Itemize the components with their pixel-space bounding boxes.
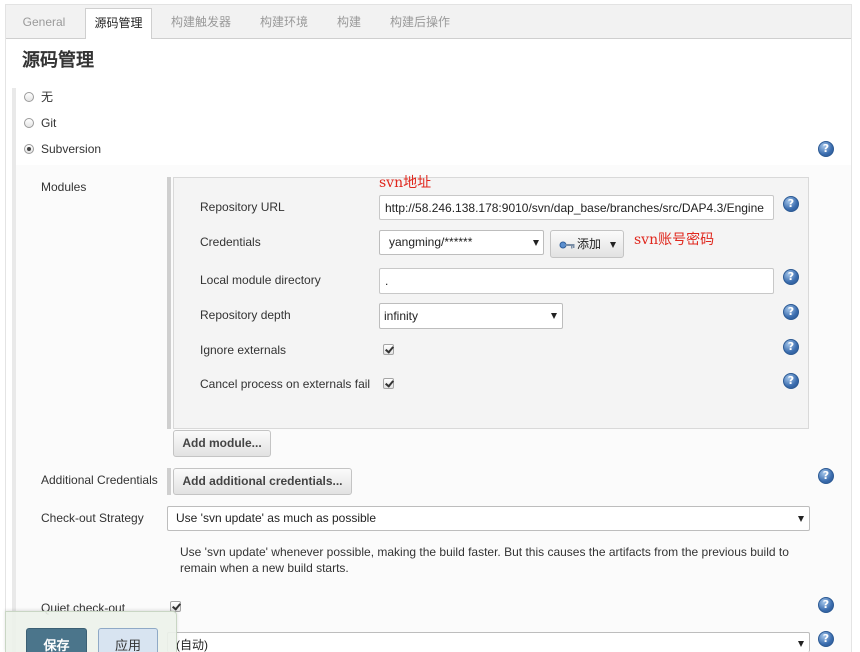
checkout-strategy-value: Use 'svn update' as much as possible — [176, 511, 377, 525]
additional-credentials-bar — [167, 468, 171, 495]
save-button[interactable]: 保存 — [26, 628, 87, 652]
help-icon[interactable] — [818, 597, 834, 613]
url-annotation: svn地址 — [379, 175, 432, 191]
help-icon[interactable] — [783, 269, 799, 285]
cancel-process-label: Cancel process on externals fail — [200, 377, 371, 391]
tab-build-triggers[interactable]: 构建触发器 — [160, 8, 242, 39]
help-icon[interactable] — [783, 339, 799, 355]
modules-drag-handle[interactable] — [167, 177, 171, 429]
repository-depth-select[interactable]: infinity — [379, 303, 563, 329]
chevron-down-icon — [551, 313, 557, 319]
scm-option-none[interactable]: 无 — [24, 89, 144, 105]
help-icon[interactable] — [783, 304, 799, 320]
radio-button[interactable] — [24, 144, 34, 154]
checkout-strategy-description: remain when a new build starts. — [180, 561, 349, 575]
modules-label: Modules — [41, 180, 87, 194]
tab-build-environment[interactable]: 构建环境 — [248, 8, 320, 39]
help-icon[interactable] — [818, 468, 834, 484]
repository-depth-label: Repository depth — [200, 308, 291, 322]
credentials-select[interactable]: yangming/****** — [379, 230, 544, 255]
radio-button[interactable] — [24, 92, 34, 102]
add-button-label: 添加 — [577, 237, 602, 251]
tab-source-code-management[interactable]: 源码管理 — [85, 8, 152, 39]
add-credentials-button[interactable]: 添加 — [550, 230, 624, 258]
ignore-externals-checkbox[interactable] — [383, 344, 394, 355]
repository-url-label: Repository URL — [200, 200, 285, 214]
scm-option-label: Git — [41, 116, 57, 130]
key-icon — [559, 239, 575, 253]
scm-option-label: Subversion — [41, 142, 102, 156]
checkout-strategy-description: Use 'svn update' whenever possible, maki… — [180, 545, 789, 559]
additional-credentials-label: Additional Credentials — [41, 473, 158, 487]
chevron-down-icon — [610, 242, 616, 248]
help-icon[interactable] — [783, 373, 799, 389]
scm-option-subversion[interactable]: Subversion — [24, 141, 144, 157]
scm-option-label: 无 — [41, 90, 54, 104]
add-additional-credentials-button[interactable]: Add additional credentials... — [173, 468, 352, 495]
add-module-button[interactable]: Add module... — [173, 430, 271, 457]
section-title: 源码管理 — [22, 50, 94, 70]
radio-button[interactable] — [24, 118, 34, 128]
repository-depth-value: infinity — [384, 309, 419, 323]
credentials-annotation: svn账号密码 — [634, 232, 715, 248]
radio-block-stripe — [12, 88, 16, 652]
credentials-value: yangming/****** — [389, 235, 473, 249]
checkout-strategy-select[interactable]: Use 'svn update' as much as possible — [167, 506, 810, 531]
apply-button[interactable]: 应用 — [98, 628, 158, 652]
local-module-directory-input[interactable] — [379, 268, 774, 294]
chevron-down-icon — [533, 240, 539, 246]
repository-browser-select[interactable]: (自动) — [167, 632, 810, 652]
chevron-down-icon — [798, 516, 804, 522]
tab-build[interactable]: 构建 — [326, 8, 372, 39]
repository-browser-value: (自动) — [176, 638, 208, 652]
tab-general[interactable]: General — [10, 8, 78, 39]
local-module-directory-label: Local module directory — [200, 273, 321, 287]
help-icon[interactable] — [783, 196, 799, 212]
credentials-label: Credentials — [200, 235, 261, 249]
tab-post-build-actions[interactable]: 构建后操作 — [378, 8, 462, 39]
cancel-process-checkbox[interactable] — [383, 378, 394, 389]
ignore-externals-label: Ignore externals — [200, 343, 287, 357]
chevron-down-icon — [798, 641, 804, 647]
help-icon[interactable] — [818, 631, 834, 647]
scm-option-git[interactable]: Git — [24, 115, 144, 131]
checkout-strategy-label: Check-out Strategy — [41, 511, 144, 525]
repository-url-input[interactable] — [379, 195, 774, 220]
help-icon[interactable] — [818, 141, 834, 157]
